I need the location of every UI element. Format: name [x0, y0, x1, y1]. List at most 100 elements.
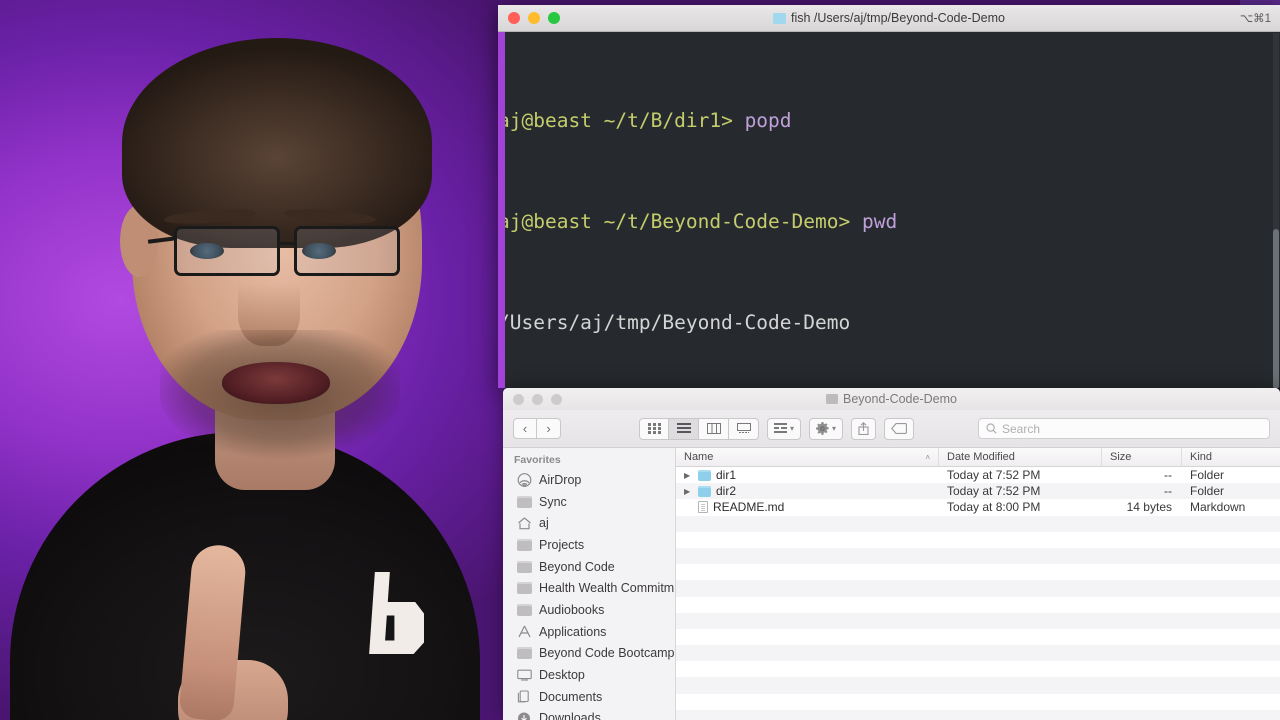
- table-row-empty: [676, 629, 1280, 645]
- sidebar-item-applications[interactable]: Applications: [503, 621, 675, 643]
- sidebar-item-beyond-code[interactable]: Beyond Code: [503, 556, 675, 578]
- terminal-line: /Users/aj/tmp/Beyond-Code-Demo: [498, 310, 1280, 335]
- table-row[interactable]: ▶ README.md Today at 8:00 PM 14 bytes Ma…: [676, 499, 1280, 515]
- table-row-empty: [676, 661, 1280, 677]
- file-date: Today at 8:00 PM: [947, 500, 1041, 515]
- column-header-date-modified[interactable]: Date Modified: [939, 448, 1102, 467]
- terminal-output: aj@beast ~/t/B/dir1> popd aj@beast ~/t/B…: [498, 32, 1280, 388]
- terminal-title: fish /Users/aj/tmp/Beyond-Code-Demo: [498, 11, 1280, 25]
- sidebar-item-airdrop[interactable]: AirDrop: [503, 469, 675, 491]
- forward-button[interactable]: ›: [537, 418, 561, 439]
- column-view-button[interactable]: [699, 417, 729, 440]
- finder-content: Favorites AirDrop Sync aj Projects Beyon…: [503, 448, 1280, 720]
- file-name-cell: ▶ README.md: [676, 500, 939, 514]
- close-button[interactable]: [508, 12, 520, 24]
- action-button[interactable]: ▾: [809, 417, 844, 440]
- table-row-empty: [676, 547, 1280, 565]
- gallery-view-icon: [736, 423, 751, 433]
- column-header-name[interactable]: Name ˄: [676, 448, 939, 467]
- disclosure-triangle-icon[interactable]: ▶: [684, 471, 693, 480]
- minimize-button[interactable]: [532, 393, 543, 405]
- search-placeholder: Search: [1002, 421, 1041, 436]
- window-controls[interactable]: [508, 12, 560, 24]
- finder-title: Beyond-Code-Demo: [503, 392, 1280, 406]
- icon-view-icon: [647, 423, 661, 434]
- column-view-icon: [706, 423, 721, 434]
- table-row[interactable]: ▶ dir1 Today at 7:52 PM -- Folder: [676, 467, 1280, 483]
- finder-window-controls[interactable]: [513, 393, 562, 405]
- folder-icon: [516, 646, 532, 660]
- downloads-icon: [516, 711, 532, 720]
- maximize-button[interactable]: [551, 393, 562, 405]
- sidebar-item-audiobooks[interactable]: Audiobooks: [503, 599, 675, 621]
- sidebar-item-projects[interactable]: Projects: [503, 534, 675, 556]
- terminal-window[interactable]: fish /Users/aj/tmp/Beyond-Code-Demo ⌥⌘1 …: [498, 5, 1280, 388]
- table-row-empty: [676, 580, 1280, 597]
- folder-icon: [516, 495, 532, 509]
- sidebar-item-downloads[interactable]: Downloads: [503, 708, 675, 720]
- terminal-body[interactable]: aj@beast ~/t/B/dir1> popd aj@beast ~/t/B…: [498, 32, 1280, 388]
- applications-icon: [516, 625, 532, 639]
- sidebar-item-label: Desktop: [539, 668, 585, 683]
- finder-file-list[interactable]: Name ˄ Date Modified Size Kind ▶ dir1 To…: [676, 448, 1280, 720]
- navigation-buttons[interactable]: ‹ ›: [513, 418, 561, 439]
- sidebar-item-health-wealth[interactable]: Health Wealth Commitm…: [503, 577, 675, 599]
- sort-caret-icon: ˄: [925, 452, 930, 462]
- column-header-kind[interactable]: Kind: [1182, 448, 1280, 467]
- table-row-empty: [676, 564, 1280, 580]
- arrange-button[interactable]: ▾: [767, 417, 802, 440]
- gallery-view-button[interactable]: [729, 417, 759, 440]
- tag-button[interactable]: [884, 417, 915, 440]
- file-list-header[interactable]: Name ˄ Date Modified Size Kind: [676, 448, 1280, 467]
- share-icon: [858, 422, 869, 435]
- terminal-scrollbar-thumb[interactable]: [1273, 229, 1279, 388]
- terminal-titlebar[interactable]: fish /Users/aj/tmp/Beyond-Code-Demo ⌥⌘1: [498, 5, 1280, 32]
- chevron-down-icon: ▾: [790, 424, 795, 433]
- terminal-command: popd: [744, 108, 792, 132]
- disclosure-triangle-icon[interactable]: ▶: [684, 487, 693, 496]
- disclosure-spacer: ▶: [684, 503, 693, 512]
- list-view-button[interactable]: [669, 417, 699, 440]
- terminal-scrollbar[interactable]: [1273, 33, 1279, 388]
- table-row-empty: [676, 532, 1280, 548]
- file-date: Today at 7:52 PM: [947, 468, 1041, 483]
- table-row[interactable]: ▶ dir2 Today at 7:52 PM -- Folder: [676, 483, 1280, 500]
- sidebar-item-aj[interactable]: aj: [503, 512, 675, 534]
- finder-title-text: Beyond-Code-Demo: [843, 392, 957, 406]
- sidebar-item-sync[interactable]: Sync: [503, 491, 675, 513]
- shirt-logo-bowl: [384, 602, 424, 654]
- prompt-user: aj@beast: [498, 210, 592, 234]
- gear-icon: [816, 422, 829, 435]
- sidebar-item-beyond-code-bootcamp[interactable]: Beyond Code Bootcamp: [503, 643, 675, 665]
- search-input[interactable]: Search: [978, 418, 1270, 439]
- close-button[interactable]: [513, 393, 524, 405]
- finder-window[interactable]: Beyond-Code-Demo ‹ › ▾ ▾ Search Favorite…: [503, 388, 1280, 720]
- sidebar-item-label: aj: [539, 516, 549, 531]
- icon-view-button[interactable]: [639, 417, 669, 440]
- view-mode-group[interactable]: [639, 417, 759, 440]
- file-name: dir2: [716, 484, 737, 499]
- file-size: --: [1164, 484, 1172, 499]
- terminal-line: aj@beast ~/t/B/dir1> popd: [498, 108, 1280, 133]
- share-button[interactable]: [851, 417, 877, 440]
- sidebar-item-documents[interactable]: Documents: [503, 686, 675, 708]
- finder-sidebar[interactable]: Favorites AirDrop Sync aj Projects Beyon…: [503, 448, 676, 720]
- folder-icon: [516, 581, 532, 595]
- person-mouth: [222, 362, 330, 404]
- file-name-cell: ▶ dir1: [676, 468, 939, 482]
- back-button[interactable]: ‹: [513, 418, 537, 439]
- file-kind: Markdown: [1190, 500, 1246, 515]
- folder-icon: [826, 394, 839, 404]
- column-header-size[interactable]: Size: [1102, 448, 1182, 467]
- finder-toolbar[interactable]: ‹ › ▾ ▾ Search: [503, 410, 1280, 448]
- folder-icon: [516, 560, 532, 574]
- table-row-empty: [676, 677, 1280, 694]
- sidebar-item-desktop[interactable]: Desktop: [503, 664, 675, 686]
- folder-icon: [698, 469, 711, 481]
- finder-titlebar[interactable]: Beyond-Code-Demo: [503, 388, 1280, 410]
- sidebar-item-label: Sync: [539, 494, 567, 509]
- maximize-button[interactable]: [548, 12, 560, 24]
- file-name-cell: ▶ dir2: [676, 484, 939, 498]
- table-row-empty: [676, 694, 1280, 710]
- minimize-button[interactable]: [528, 12, 540, 24]
